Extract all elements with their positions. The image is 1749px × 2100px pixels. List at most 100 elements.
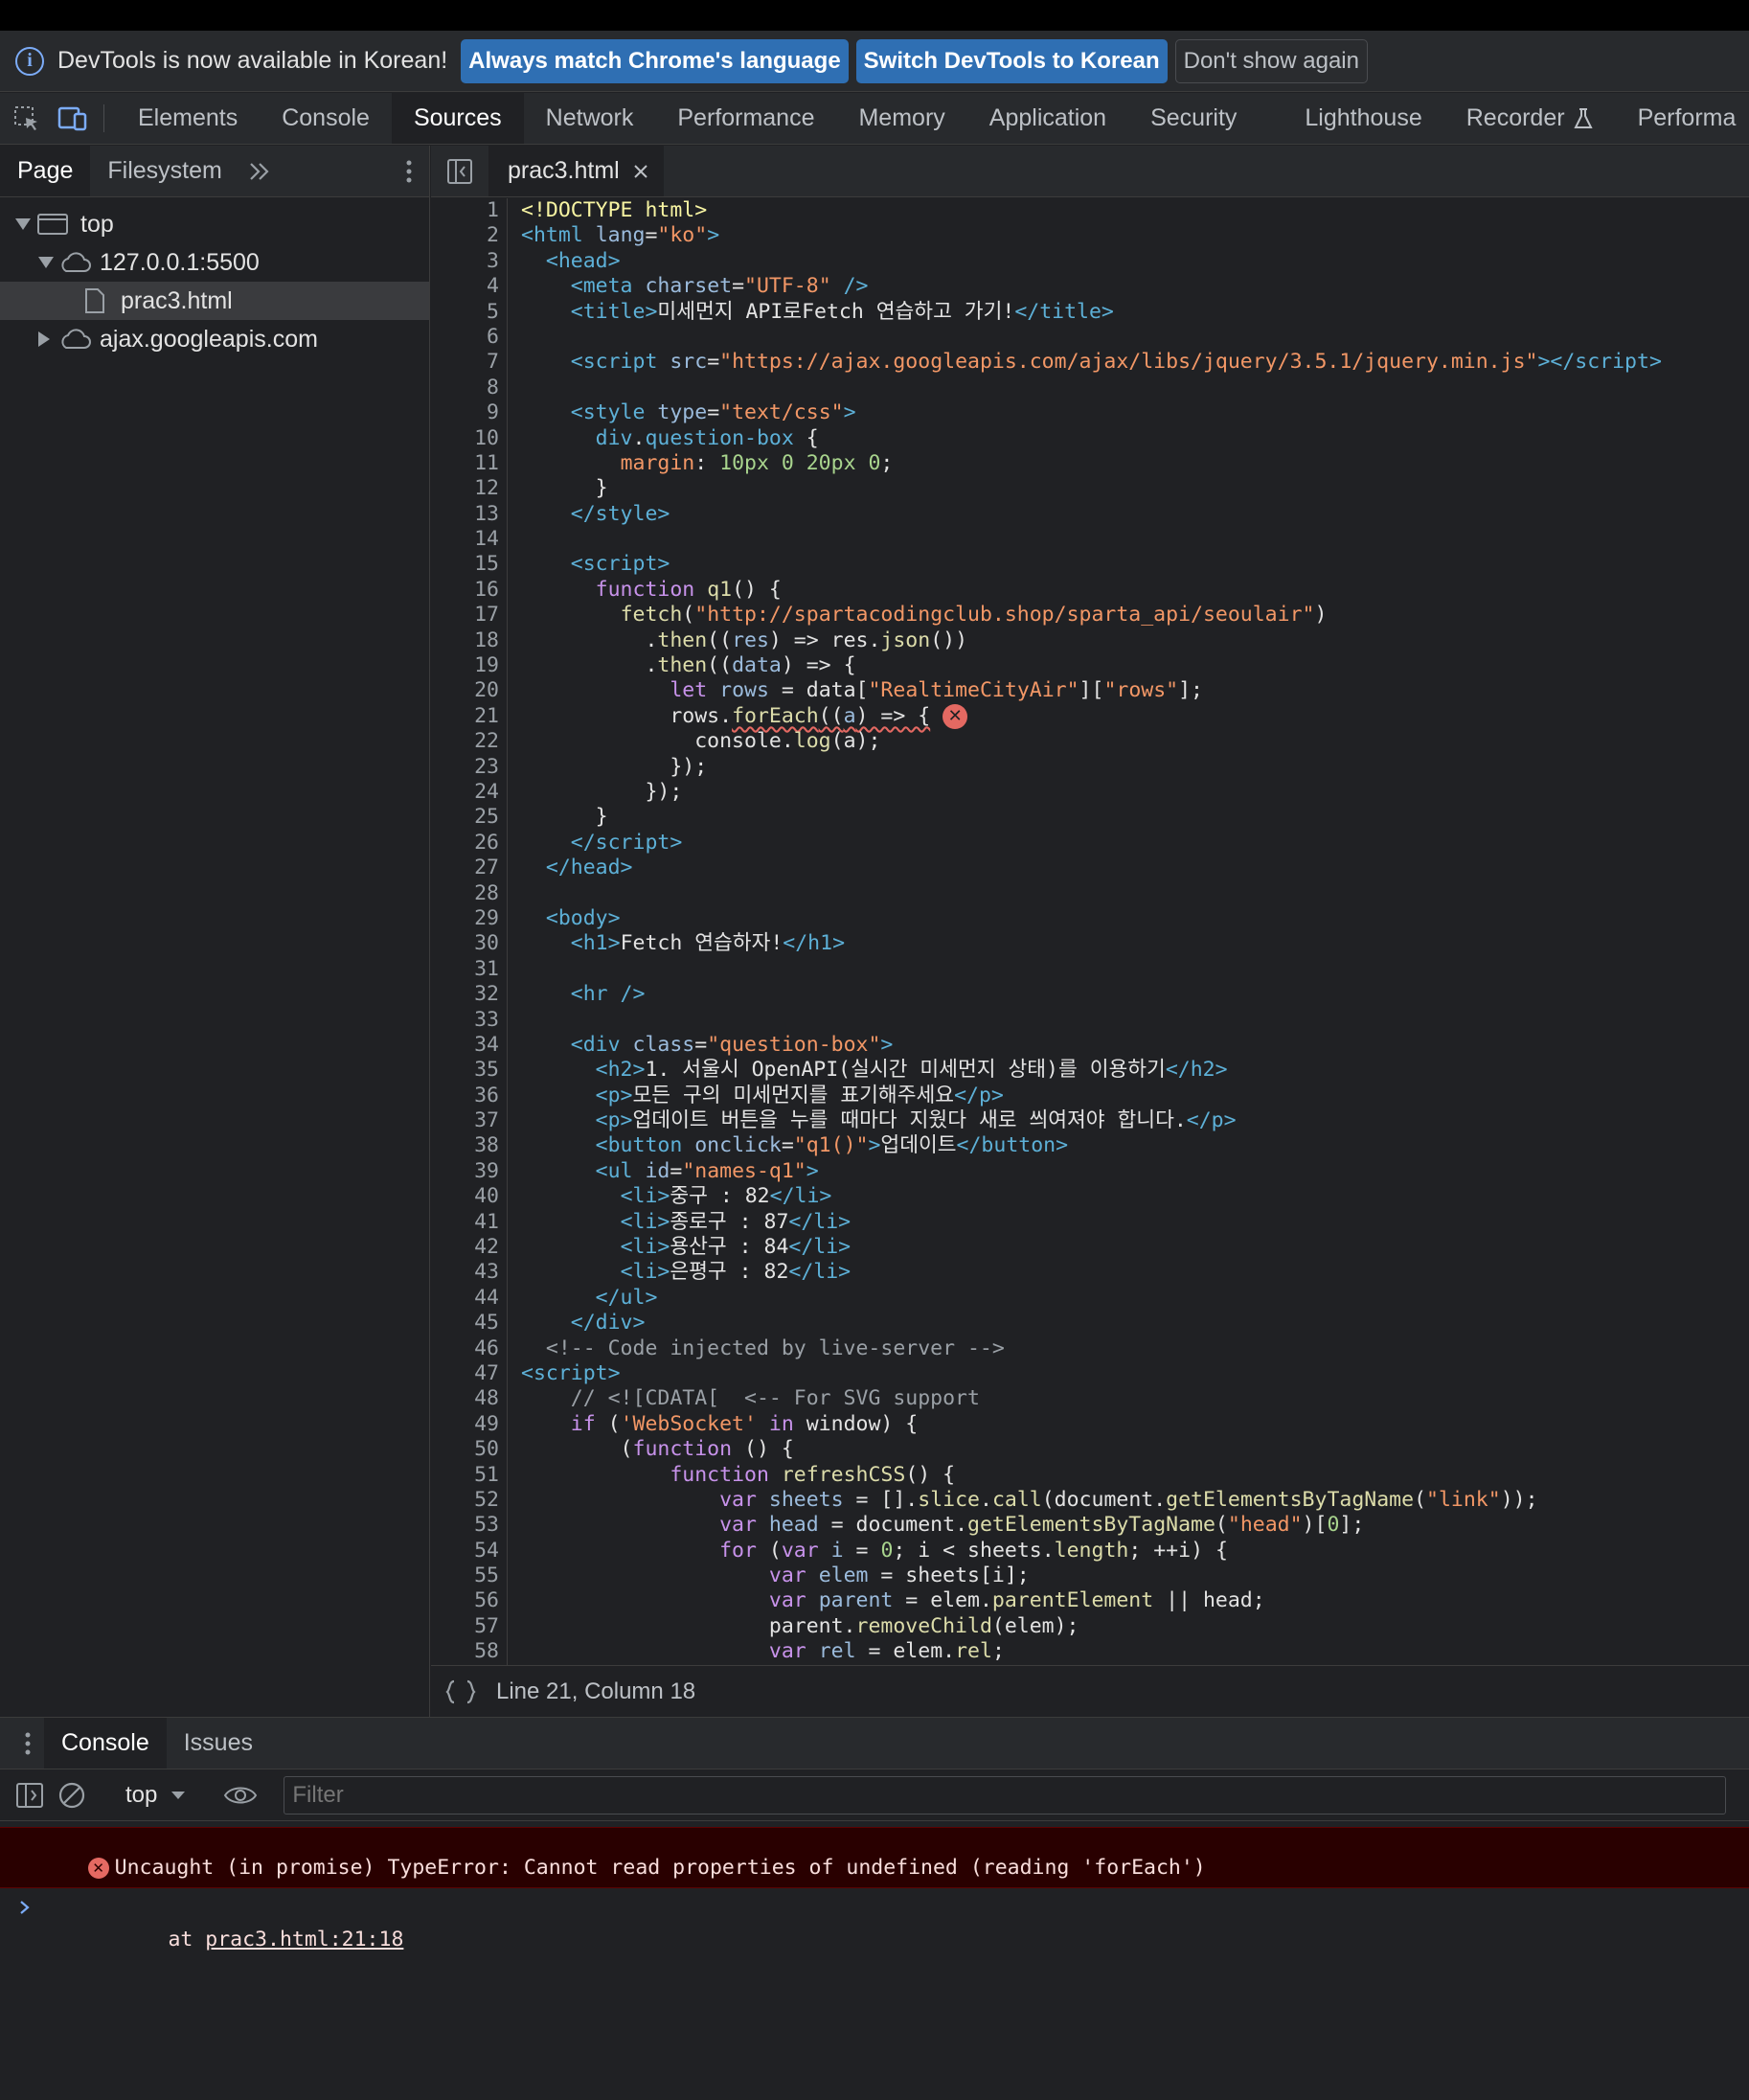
line-number[interactable]: 27 [431,856,507,880]
line-number[interactable]: 35 [431,1058,507,1083]
error-source-link[interactable]: prac3.html:21:18 [205,1928,403,1952]
line-number[interactable]: 19 [431,653,507,678]
line-number[interactable]: 38 [431,1133,507,1158]
line-number[interactable]: 18 [431,628,507,653]
line-number[interactable]: 11 [431,451,507,476]
navigator-menu-icon[interactable] [389,146,429,196]
line-number[interactable]: 56 [431,1588,507,1613]
toggle-navigator-icon[interactable] [431,146,488,196]
line-number[interactable]: 39 [431,1159,507,1184]
line-number[interactable]: 21 [431,704,507,729]
clear-console-icon[interactable] [57,1781,86,1810]
tab-security[interactable]: Security [1128,93,1283,144]
tab-performance[interactable]: Performance [655,93,836,144]
pretty-print-icon[interactable] [444,1678,477,1705]
line-number[interactable]: 44 [431,1286,507,1311]
line-number[interactable]: 15 [431,552,507,577]
tab-lighthouse[interactable]: Lighthouse [1283,93,1443,144]
live-expression-eye-icon[interactable] [223,1784,258,1807]
close-icon[interactable] [631,162,650,181]
expand-arrow-icon[interactable] [15,218,31,230]
line-number[interactable]: 45 [431,1311,507,1335]
line-number[interactable]: 55 [431,1564,507,1588]
more-tabs-chevron-icon[interactable] [239,146,280,196]
drawer-tab-issues[interactable]: Issues [167,1718,270,1769]
tree-item-external[interactable]: ajax.googleapis.com [0,320,429,358]
tab-sources[interactable]: Sources [391,93,524,144]
code-view[interactable]: 1 2 3 4 5 6 7 8 9 10 11 12 13 14 15 16 17 18 19 20 21 22 23 24 2… [431,198,1749,1665]
line-number[interactable]: 40 [431,1184,507,1209]
line-number[interactable]: 24 [431,780,507,805]
line-number[interactable]: 25 [431,805,507,830]
line-number[interactable]: 54 [431,1539,507,1564]
line-number[interactable]: 41 [431,1210,507,1235]
line-number[interactable]: 16 [431,578,507,603]
line-number[interactable]: 17 [431,603,507,628]
dont-show-again-button[interactable]: Don't show again [1174,38,1368,83]
expand-arrow-icon[interactable] [38,257,54,268]
line-number[interactable]: 26 [431,831,507,856]
line-number[interactable]: 37 [431,1108,507,1133]
console-filter-input[interactable] [284,1775,1727,1815]
line-number[interactable]: 51 [431,1463,507,1488]
switch-to-korean-button[interactable]: Switch DevTools to Korean [855,38,1168,83]
line-number[interactable]: 6 [431,325,507,350]
line-number[interactable]: 23 [431,755,507,780]
file-tab-prac3[interactable]: prac3.html [488,146,664,196]
line-number[interactable]: 29 [431,906,507,931]
line-number[interactable]: 10 [431,426,507,451]
line-number[interactable]: 31 [431,957,507,982]
collapse-arrow-icon[interactable] [38,331,50,347]
line-number[interactable]: 58 [431,1639,507,1664]
tab-application[interactable]: Application [967,93,1128,144]
tab-network[interactable]: Network [524,93,656,144]
tab-elements[interactable]: Elements [116,93,260,144]
always-match-language-button[interactable]: Always match Chrome's language [461,38,849,83]
line-number[interactable]: 30 [431,931,507,956]
tree-item-top[interactable]: top [0,205,429,243]
line-number[interactable]: 5 [431,300,507,325]
line-number[interactable]: 42 [431,1235,507,1260]
tab-filesystem[interactable]: Filesystem [90,146,238,196]
line-number[interactable]: 22 [431,729,507,754]
line-number[interactable]: 1 [431,198,507,223]
line-number[interactable]: 53 [431,1513,507,1538]
tab-console[interactable]: Console [260,93,392,144]
line-number[interactable]: 49 [431,1412,507,1437]
line-number[interactable]: 28 [431,881,507,906]
line-number[interactable]: 33 [431,1008,507,1033]
line-number[interactable]: 57 [431,1614,507,1639]
line-number[interactable]: 34 [431,1033,507,1058]
tab-recorder[interactable]: Recorder [1444,93,1616,144]
line-number[interactable]: 20 [431,678,507,703]
line-number[interactable]: 43 [431,1260,507,1285]
tab-page[interactable]: Page [0,146,91,196]
line-number[interactable]: 32 [431,982,507,1007]
tab-performance-insights[interactable]: Performa [1616,93,1737,144]
error-marker-icon[interactable]: ✕ [943,703,968,729]
line-number[interactable]: 46 [431,1336,507,1361]
drawer-menu-icon[interactable] [0,1718,44,1769]
line-number[interactable]: 14 [431,527,507,552]
line-number-gutter[interactable]: 1 2 3 4 5 6 7 8 9 10 11 12 13 14 15 16 17 18 19 20 21 22 23 24 2… [431,198,508,1665]
line-number[interactable]: 48 [431,1386,507,1411]
line-number[interactable]: 52 [431,1488,507,1513]
line-number[interactable]: 13 [431,502,507,527]
line-number[interactable]: 3 [431,249,507,274]
line-number[interactable]: 7 [431,350,507,375]
context-selector[interactable]: top [116,1782,199,1809]
device-toolbar-icon[interactable] [54,93,92,144]
line-number[interactable]: 4 [431,274,507,299]
line-number[interactable]: 8 [431,376,507,400]
tab-memory[interactable]: Memory [836,93,966,144]
line-number[interactable]: 50 [431,1437,507,1462]
tree-item-origin[interactable]: 127.0.0.1:5500 [0,243,429,282]
sidebar-toggle-icon[interactable] [15,1781,44,1810]
inspect-element-icon[interactable] [0,93,54,144]
code-lines[interactable]: <!DOCTYPE html> <html lang="ko"> <head> … [521,198,1749,1665]
line-number[interactable]: 12 [431,476,507,501]
line-number[interactable]: 9 [431,400,507,425]
tree-item-file[interactable]: prac3.html [0,282,429,320]
line-number[interactable]: 36 [431,1084,507,1108]
line-number[interactable]: 47 [431,1361,507,1386]
